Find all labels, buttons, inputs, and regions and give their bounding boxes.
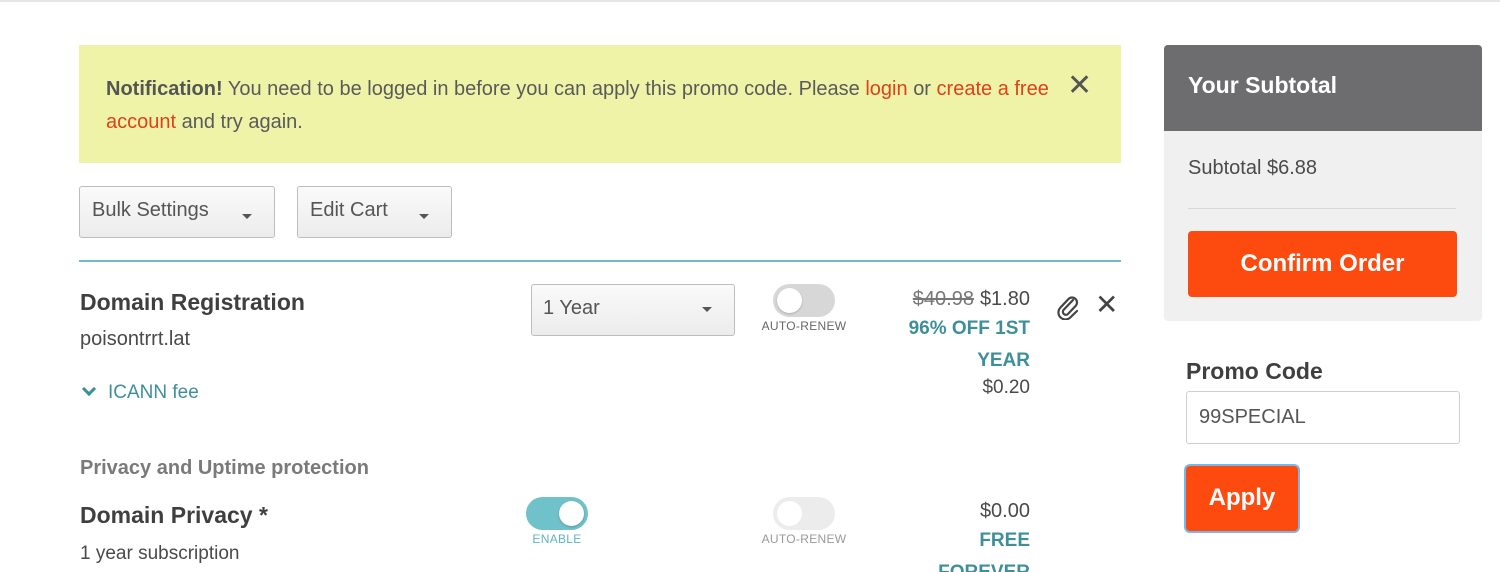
paperclip-icon[interactable]: [1056, 294, 1080, 320]
icann-fee-toggle[interactable]: ICANN fee: [80, 381, 199, 404]
cart-divider: [79, 260, 1121, 262]
free-label: FREE: [979, 530, 1030, 551]
discount-line-2: YEAR: [977, 350, 1030, 371]
notification-banner: Notification! You need to be logged in b…: [79, 45, 1121, 163]
promo-code-input[interactable]: [1186, 391, 1460, 444]
auto-renew-label: AUTO-RENEW: [761, 319, 847, 333]
subtotal-divider: [1188, 208, 1456, 209]
current-price: $1.80: [979, 288, 1030, 310]
privacy-price: $0.00: [979, 500, 1030, 522]
chevron-down-icon: [81, 381, 97, 397]
term-select[interactable]: 1 Year: [531, 284, 735, 336]
privacy-price-block: $0.00 FREE FOREVER: [938, 500, 1030, 572]
close-icon[interactable]: ✕: [1067, 71, 1092, 101]
privacy-auto-renew-toggle[interactable]: [773, 497, 835, 530]
discount-line-1: 96% OFF 1ST: [908, 318, 1030, 339]
auto-renew-toggle[interactable]: [773, 284, 835, 317]
privacy-enable-toggle[interactable]: [526, 497, 588, 530]
toggle-knob: [777, 501, 802, 526]
notification-text: Notification! You need to be logged in b…: [106, 78, 1049, 133]
edit-cart-dropdown[interactable]: Edit Cart: [297, 186, 452, 238]
old-price: $40.98: [912, 288, 974, 310]
apply-button[interactable]: Apply: [1186, 466, 1298, 531]
subtotal-amount: Subtotal $6.88: [1188, 157, 1317, 179]
enable-label: ENABLE: [532, 532, 582, 546]
caret-down-icon: [419, 214, 429, 219]
promo-code-label: Promo Code: [1186, 358, 1323, 384]
domain-privacy-title: Domain Privacy *: [80, 502, 268, 528]
domain-name: poisontrrt.lat: [80, 328, 191, 350]
confirm-order-button[interactable]: Confirm Order: [1188, 231, 1457, 297]
caret-down-icon: [242, 214, 252, 219]
bulk-settings-dropdown[interactable]: Bulk Settings: [79, 186, 275, 238]
subtotal-panel: Your Subtotal Subtotal $6.88 Confirm Ord…: [1164, 45, 1482, 321]
registration-price-block: $40.98 $1.80 96% OFF 1ST YEAR $0.20: [909, 288, 1030, 399]
privacy-subscription: 1 year subscription: [80, 543, 240, 564]
privacy-auto-renew-label: AUTO-RENEW: [761, 532, 847, 546]
toggle-knob: [777, 288, 802, 313]
toggle-knob: [559, 501, 584, 526]
section-privacy-label: Privacy and Uptime protection: [80, 457, 369, 479]
caret-down-icon: [702, 307, 712, 312]
domain-registration-title: Domain Registration: [80, 289, 305, 315]
free-suffix: FOREVER: [938, 557, 1030, 572]
subtotal-heading: Your Subtotal: [1164, 45, 1482, 131]
login-link[interactable]: login: [865, 78, 907, 100]
remove-item-icon[interactable]: ✕: [1095, 290, 1118, 320]
notification-title: Notification!: [106, 78, 223, 100]
icann-price: $0.20: [982, 377, 1030, 398]
top-border: [0, 0, 1500, 2]
